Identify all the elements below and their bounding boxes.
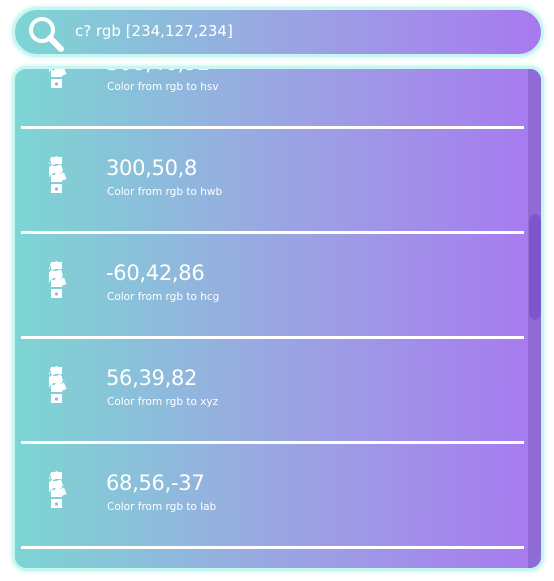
result-description: Color from rgb to lab [107, 501, 217, 513]
color-swatches-icon [49, 69, 67, 88]
result-description: Color from rgb to hsv [107, 81, 219, 93]
list-item[interactable]: -60,42,86 Color from rgb to hcg [15, 234, 530, 339]
scrollbar-thumb[interactable] [528, 214, 541, 320]
result-description: Color from rgb to xyz [107, 396, 219, 408]
search-input[interactable]: c? rgb [234,127,234] [75, 22, 233, 40]
result-value: 56,39,82 [106, 366, 198, 390]
color-swatches-icon [49, 155, 67, 193]
results-list: 300,46,92 Color from rgb to hsv 300,50,8… [15, 69, 530, 549]
search-bar[interactable]: c? rgb [234,127,234] [12, 7, 544, 57]
color-swatches-icon [49, 470, 67, 508]
search-icon [29, 17, 64, 52]
scrollbar-track[interactable] [528, 69, 541, 568]
list-item[interactable]: 56,39,82 Color from rgb to xyz [15, 339, 530, 444]
list-item[interactable]: 300,50,8 Color from rgb to hwb [15, 129, 530, 234]
result-value: 68,56,-37 [106, 471, 205, 495]
list-item[interactable]: 68,56,-37 Color from rgb to lab [15, 444, 530, 549]
color-swatches-icon [49, 365, 67, 403]
results-panel: 300,46,92 Color from rgb to hsv 300,50,8… [12, 66, 544, 571]
result-value: 300,46,92 [106, 69, 210, 75]
result-description: Color from rgb to hwb [107, 186, 223, 198]
result-description: Color from rgb to hcg [107, 291, 220, 303]
color-swatches-icon [49, 260, 67, 298]
result-value: -60,42,86 [106, 261, 205, 285]
result-value: 300,50,8 [106, 156, 198, 180]
list-item[interactable]: 300,46,92 Color from rgb to hsv [15, 69, 530, 129]
divider [21, 546, 524, 549]
